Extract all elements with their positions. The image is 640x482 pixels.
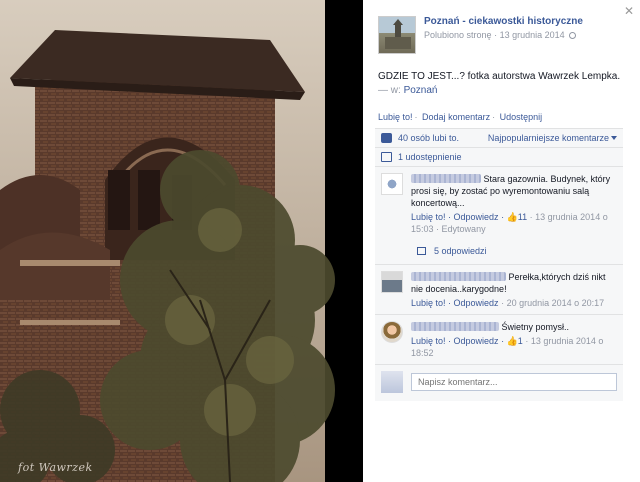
comment-date[interactable]: 20 grudnia 2014 o 20:17 <box>507 298 605 308</box>
post-caption: GDZIE TO JEST...? fotka autorstwa Wawrze… <box>378 70 628 98</box>
post-date[interactable]: 13 grudnia 2014 <box>500 30 565 40</box>
comment: Perełka,których dziś nikt nie docenia..k… <box>375 265 623 315</box>
commenter-name-redacted[interactable] <box>411 322 499 331</box>
comment-button[interactable]: Dodaj komentarz <box>422 112 490 122</box>
building-photo <box>0 0 363 482</box>
share-icon <box>381 152 392 162</box>
comment-composer <box>375 365 623 401</box>
post-header: Poznań - ciekawostki historyczne Polubio… <box>378 16 628 54</box>
photo-credit: fot Wawrzek <box>18 461 93 474</box>
thumbs-up-icon <box>381 133 392 143</box>
post-actions: Lubię to! · Dodaj komentarz · Udostępnij <box>378 112 543 122</box>
reply-icon <box>417 247 426 255</box>
caret-down-icon <box>611 136 617 140</box>
comment-reply-button[interactable]: Odpowiedz <box>454 336 499 346</box>
post-panel: ✕ Poznań - ciekawostki historyczne Polub… <box>363 0 640 482</box>
caption-with: — w: <box>378 85 401 96</box>
liked-status[interactable]: Polubiono stronę <box>424 30 492 40</box>
shares-count[interactable]: 1 udostępnienie <box>398 152 462 162</box>
share-button[interactable]: Udostępnij <box>500 112 543 122</box>
comment-like-button[interactable]: Lubię to! <box>411 298 446 308</box>
comment-edited[interactable]: Edytowany <box>442 224 486 234</box>
caption-text: GDZIE TO JEST...? fotka autorstwa Wawrze… <box>378 71 621 82</box>
replies-label[interactable]: 5 odpowiedzi <box>434 245 487 257</box>
comment: Stara gazownia. Budynek, który prosi się… <box>375 167 623 265</box>
sort-dropdown[interactable]: Najpopularniejsze komentarze <box>488 133 617 143</box>
photo[interactable]: fot Wawrzek <box>0 0 363 482</box>
comment: Świetny pomysł.. Lubię to! · Odpowiedz ·… <box>375 315 623 365</box>
comment-like-button[interactable]: Lubię to! <box>411 212 446 222</box>
like-button[interactable]: Lubię to! <box>378 112 413 122</box>
comment-text: Świetny pomysł.. <box>501 322 570 332</box>
avatar[interactable] <box>381 173 403 195</box>
comment-reply-button[interactable]: Odpowiedz <box>454 298 499 308</box>
caption-place[interactable]: Poznań <box>404 85 438 96</box>
avatar <box>381 371 403 393</box>
likes-row: 40 osób lubi to. Najpopularniejsze komen… <box>375 129 623 148</box>
comment-input[interactable] <box>411 373 617 391</box>
post-meta: Polubiono stronę · 13 grudnia 2014 <box>424 30 583 40</box>
close-icon[interactable]: ✕ <box>624 4 634 18</box>
page-avatar[interactable] <box>378 16 416 54</box>
commenter-name-redacted[interactable] <box>411 174 481 183</box>
comment-like-button[interactable]: Lubię to! <box>411 336 446 346</box>
photo-viewer: fot Wawrzek ✕ Poznań - ciekawostki histo… <box>0 0 640 482</box>
avatar[interactable] <box>381 321 403 343</box>
comment-reply-button[interactable]: Odpowiedz <box>454 212 499 222</box>
comment-like-count[interactable]: 👍1 <box>507 336 523 346</box>
globe-icon <box>569 32 577 39</box>
comment-like-count[interactable]: 👍11 <box>507 212 528 222</box>
shares-row: 1 udostępnienie <box>375 148 623 167</box>
feedback-panel: 40 osób lubi to. Najpopularniejsze komen… <box>375 128 623 401</box>
avatar[interactable] <box>381 271 403 293</box>
page-name[interactable]: Poznań - ciekawostki historyczne <box>424 16 583 27</box>
likes-count[interactable]: 40 osób lubi to. <box>398 133 459 143</box>
commenter-name-redacted[interactable] <box>411 272 506 281</box>
replies-link[interactable]: 5 odpowiedzi <box>417 245 617 257</box>
